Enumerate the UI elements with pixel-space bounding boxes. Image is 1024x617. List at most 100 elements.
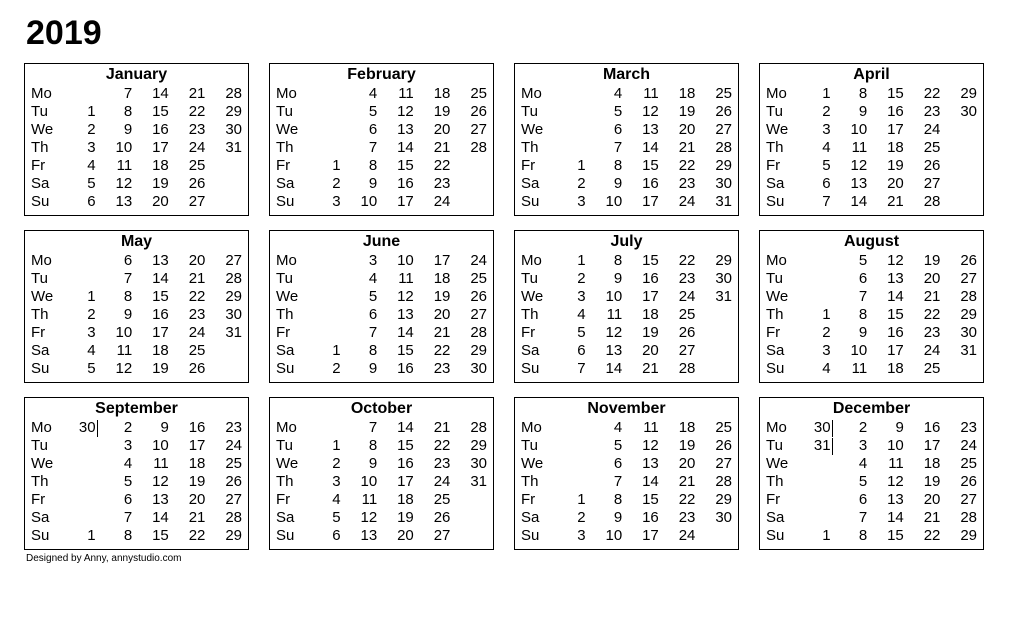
day-cell: 1 [59,103,96,121]
day-cell: 17 [622,288,659,306]
weekday-label: Th [276,473,304,491]
day-cell: 26 [695,437,732,455]
day-cell: 4 [59,157,96,175]
day-cell [304,288,341,306]
weekday-label: We [31,455,59,473]
day-cell [59,252,96,270]
weekday-label: Sa [276,509,304,527]
day-cell: 23 [414,360,451,378]
day-cell: 23 [169,121,206,139]
day-cell [59,455,96,473]
day-cell: 29 [205,288,242,306]
weekday-label: Fr [521,324,549,342]
weekday-label: We [31,288,59,306]
day-cell: 18 [132,157,169,175]
day-cell: 21 [169,509,206,527]
day-cell [549,139,586,157]
weekday-label: Mo [766,85,794,103]
weekday-label: Tu [521,437,549,455]
weekday-label: Th [276,139,304,157]
day-cell: 30 [940,324,977,342]
day-cell: 14 [867,509,904,527]
day-cell: 25 [205,455,242,473]
day-cell: 2 [304,360,341,378]
day-cell: 27 [659,342,696,360]
day-cell: 28 [695,139,732,157]
day-cell: 24 [940,437,977,455]
day-cell: 13 [622,455,659,473]
day-cell: 17 [377,193,414,211]
day-cell: 13 [586,342,623,360]
day-cell: 15 [867,306,904,324]
day-cell: 9 [341,360,378,378]
month-title: October [276,400,487,418]
day-cell: 22 [904,85,941,103]
month-title: May [31,233,242,251]
day-cell: 2 [549,270,586,288]
day-cell: 3 [59,139,96,157]
day-cell: 22 [414,157,451,175]
day-cell: 18 [867,360,904,378]
day-cell: 3 [341,252,378,270]
day-cell: 30 [205,121,242,139]
day-cell: 22 [414,437,451,455]
day-cell: 20 [904,491,941,509]
day-cell: 9 [132,419,169,437]
month-title: July [521,233,732,251]
weekday-label: We [31,121,59,139]
day-cell: 1 [549,157,586,175]
day-cell: 1 [794,527,831,545]
day-cell: 13 [377,306,414,324]
day-cell [205,175,242,193]
day-cell: 9 [586,270,623,288]
day-cell: 24 [659,193,696,211]
day-cell: 22 [169,527,206,545]
weekday-label: We [276,455,304,473]
day-cell: 29 [205,527,242,545]
day-cell: 29 [695,252,732,270]
day-cell: 12 [377,103,414,121]
day-cell: 6 [341,121,378,139]
weekday-label: Mo [766,252,794,270]
day-cell: 31 [205,324,242,342]
day-cell: 2 [304,455,341,473]
weekday-label: Mo [31,85,59,103]
month-table: Mo30291623Tu313101724We4111825Th5121926F… [766,419,977,545]
day-cell: 26 [940,252,977,270]
day-cell: 16 [622,509,659,527]
day-cell: 13 [96,193,133,211]
day-cell: 30 [695,175,732,193]
weekday-label: Mo [766,419,794,437]
day-cell: 4 [794,360,831,378]
day-cell: 23 [659,175,696,193]
day-cell: 24 [169,324,206,342]
day-cell: 16 [377,360,414,378]
day-cell [304,270,341,288]
day-cell: 27 [414,527,451,545]
day-cell: 16 [904,419,941,437]
day-cell: 5 [549,324,586,342]
day-cell: 12 [96,175,133,193]
day-cell: 16 [622,175,659,193]
day-cell: 27 [904,175,941,193]
day-cell: 10 [377,252,414,270]
day-cell [549,455,586,473]
day-cell: 28 [450,139,487,157]
day-cell: 23 [414,175,451,193]
day-cell: 24 [659,288,696,306]
day-cell: 27 [695,121,732,139]
day-cell: 18 [659,85,696,103]
day-cell: 9 [867,419,904,437]
month-title: November [521,400,732,418]
day-cell: 19 [414,288,451,306]
day-cell: 12 [96,360,133,378]
day-cell: 4 [341,270,378,288]
day-cell: 12 [132,473,169,491]
day-cell: 5 [304,509,341,527]
day-cell: 3 [549,527,586,545]
month-block: MarchMo4111825Tu5121926We6132027Th714212… [514,63,739,216]
month-table: Mo3101724Tu4111825We5121926Th6132027Fr71… [276,252,487,378]
day-cell [450,157,487,175]
day-cell: 18 [377,491,414,509]
weekday-label: Tu [31,437,59,455]
